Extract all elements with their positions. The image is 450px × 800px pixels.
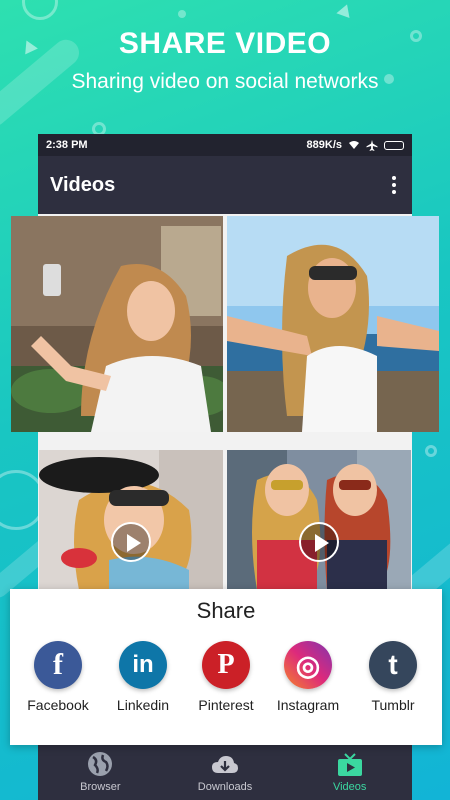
decor-circle [425, 445, 437, 457]
wifi-icon [349, 141, 359, 149]
nav-videos[interactable]: Videos [287, 745, 412, 800]
decor-dot [178, 10, 186, 18]
globe-icon [88, 752, 113, 776]
share-instagram-label: Instagram [276, 697, 340, 713]
bottom-nav: Browser Downloads Videos [38, 745, 412, 800]
share-linkedin-label: Linkedin [116, 697, 170, 713]
share-sheet: Share f Facebook in Linkedin P Pinterest… [10, 589, 442, 745]
share-title: Share [196, 598, 256, 623]
share-linkedin[interactable]: in Linkedin [100, 641, 186, 713]
status-time: 2:38 PM [46, 139, 88, 151]
share-facebook-label: Facebook [27, 697, 89, 713]
nav-videos-label: Videos [332, 781, 367, 793]
share-tumblr[interactable]: t Tumblr [350, 641, 436, 713]
share-facebook[interactable]: f Facebook [15, 641, 101, 713]
play-icon[interactable] [299, 522, 339, 562]
video-thumbnail[interactable] [39, 450, 223, 590]
decor-triangle [336, 1, 354, 19]
play-icon[interactable] [111, 522, 151, 562]
instagram-icon: ◎ [284, 641, 332, 689]
share-pinterest-label: Pinterest [198, 697, 254, 713]
linkedin-icon: in [119, 641, 167, 689]
video-thumbnail[interactable] [227, 450, 411, 590]
network-speed: 889K/s [306, 139, 342, 151]
facebook-icon: f [34, 641, 82, 689]
more-vert-icon[interactable] [388, 172, 400, 198]
airplane-icon [366, 139, 378, 151]
nav-browser[interactable]: Browser [38, 745, 163, 800]
promo-title: SHARE VIDEO [118, 27, 332, 60]
cloud-download-icon [212, 756, 238, 773]
nav-downloads-label: Downloads [197, 781, 253, 793]
nav-downloads[interactable]: Downloads [163, 745, 288, 800]
nav-browser-label: Browser [80, 781, 121, 793]
battery-icon [384, 140, 404, 150]
share-instagram[interactable]: ◎ Instagram [265, 641, 351, 713]
video-thumbnail[interactable] [227, 216, 439, 432]
share-pinterest[interactable]: P Pinterest [183, 641, 269, 713]
video-thumbnail[interactable] [11, 216, 223, 432]
tumblr-icon: t [369, 641, 417, 689]
share-options: f Facebook in Linkedin P Pinterest ◎ Ins… [10, 641, 442, 721]
page-title: Videos [50, 173, 116, 196]
pinterest-icon: P [202, 641, 250, 689]
app-bar: Videos [38, 156, 412, 214]
status-bar: 2:38 PM 889K/s [38, 134, 412, 156]
promo-subtitle: Sharing video on social networks [71, 70, 379, 93]
decor-circle [22, 0, 58, 20]
share-tumblr-label: Tumblr [371, 697, 415, 713]
tv-play-icon [337, 753, 362, 776]
